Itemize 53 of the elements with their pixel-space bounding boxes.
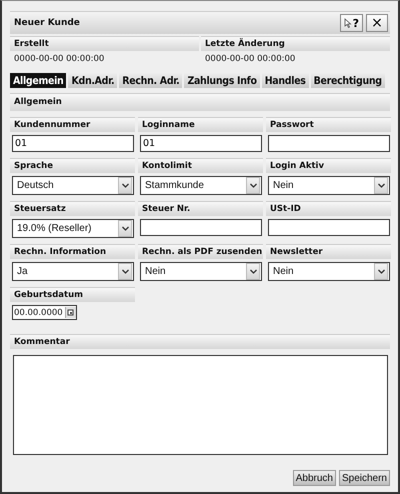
tab[interactable]: Berechtigung bbox=[310, 73, 385, 88]
tab[interactable]: Zahlungs Info bbox=[184, 73, 260, 88]
chevron-down-icon bbox=[378, 183, 384, 188]
chevron-down-icon bbox=[122, 226, 128, 231]
dropdown[interactable]: Nein bbox=[268, 176, 390, 195]
help-button[interactable]: ? bbox=[340, 14, 363, 32]
chevron-down-icon bbox=[250, 183, 256, 188]
field-label: Newsletter bbox=[266, 244, 391, 259]
field-label: Rechn. Information bbox=[10, 244, 135, 259]
field-label: Kontolimit bbox=[138, 158, 263, 173]
field-label: Sprache bbox=[10, 158, 135, 173]
text-field[interactable]: 01 bbox=[140, 135, 262, 152]
chevron-down-icon bbox=[122, 183, 128, 188]
calendar-icon bbox=[67, 309, 74, 316]
field-label: Steuersatz bbox=[10, 201, 135, 216]
date-field[interactable]: 00.00.0000 bbox=[12, 305, 77, 320]
dropdown[interactable]: Ja bbox=[12, 262, 134, 281]
tab[interactable]: Allgemein bbox=[10, 73, 66, 88]
comment-field[interactable] bbox=[13, 355, 388, 455]
field-label: Steuer Nr. bbox=[138, 201, 263, 216]
chevron-down-icon bbox=[378, 269, 384, 274]
field-label: USt-ID bbox=[266, 201, 391, 216]
field-label: Loginname bbox=[138, 117, 263, 132]
dropdown[interactable]: Stammkunde bbox=[140, 176, 262, 195]
field-label: Passwort bbox=[266, 117, 391, 132]
text-field[interactable] bbox=[268, 219, 390, 236]
dropdown[interactable]: Nein bbox=[140, 262, 262, 281]
timestamp: 0000-00-00 00:00:00 bbox=[204, 53, 296, 66]
cursor-icon bbox=[344, 18, 352, 28]
dropdown[interactable]: 19.0% (Reseller) bbox=[12, 219, 134, 238]
field-label: Erstellt bbox=[10, 36, 199, 51]
close-button[interactable]: × bbox=[366, 14, 388, 32]
field-label: Geburtsdatum bbox=[10, 287, 135, 302]
window-title: Neuer Kunde bbox=[14, 18, 80, 28]
dialog-button[interactable]: Speichern bbox=[338, 470, 390, 486]
tab[interactable]: Handles bbox=[262, 73, 309, 88]
dropdown[interactable]: Nein bbox=[268, 262, 390, 281]
timestamp: 0000-00-00 00:00:00 bbox=[13, 53, 106, 66]
text-field[interactable] bbox=[140, 219, 262, 236]
text-field[interactable]: 01 bbox=[12, 135, 134, 152]
field-label: Kundennummer bbox=[10, 117, 135, 132]
dialog-button[interactable]: Abbruch bbox=[292, 470, 336, 486]
tab[interactable]: Rechn. Adr. bbox=[119, 73, 182, 88]
field-label: Login Aktiv bbox=[266, 158, 391, 173]
tab[interactable]: Kdn.Adr. bbox=[68, 73, 118, 88]
chevron-down-icon bbox=[122, 269, 128, 274]
chevron-down-icon bbox=[250, 269, 256, 274]
section-header: Allgemein bbox=[10, 93, 390, 111]
field-label: Kommentar bbox=[10, 334, 390, 349]
text-field[interactable] bbox=[268, 135, 390, 152]
field-label: Rechn. als PDF zusenden bbox=[138, 244, 263, 259]
dropdown[interactable]: Deutsch bbox=[12, 176, 134, 195]
field-label: Letzte Änderung bbox=[201, 36, 390, 51]
